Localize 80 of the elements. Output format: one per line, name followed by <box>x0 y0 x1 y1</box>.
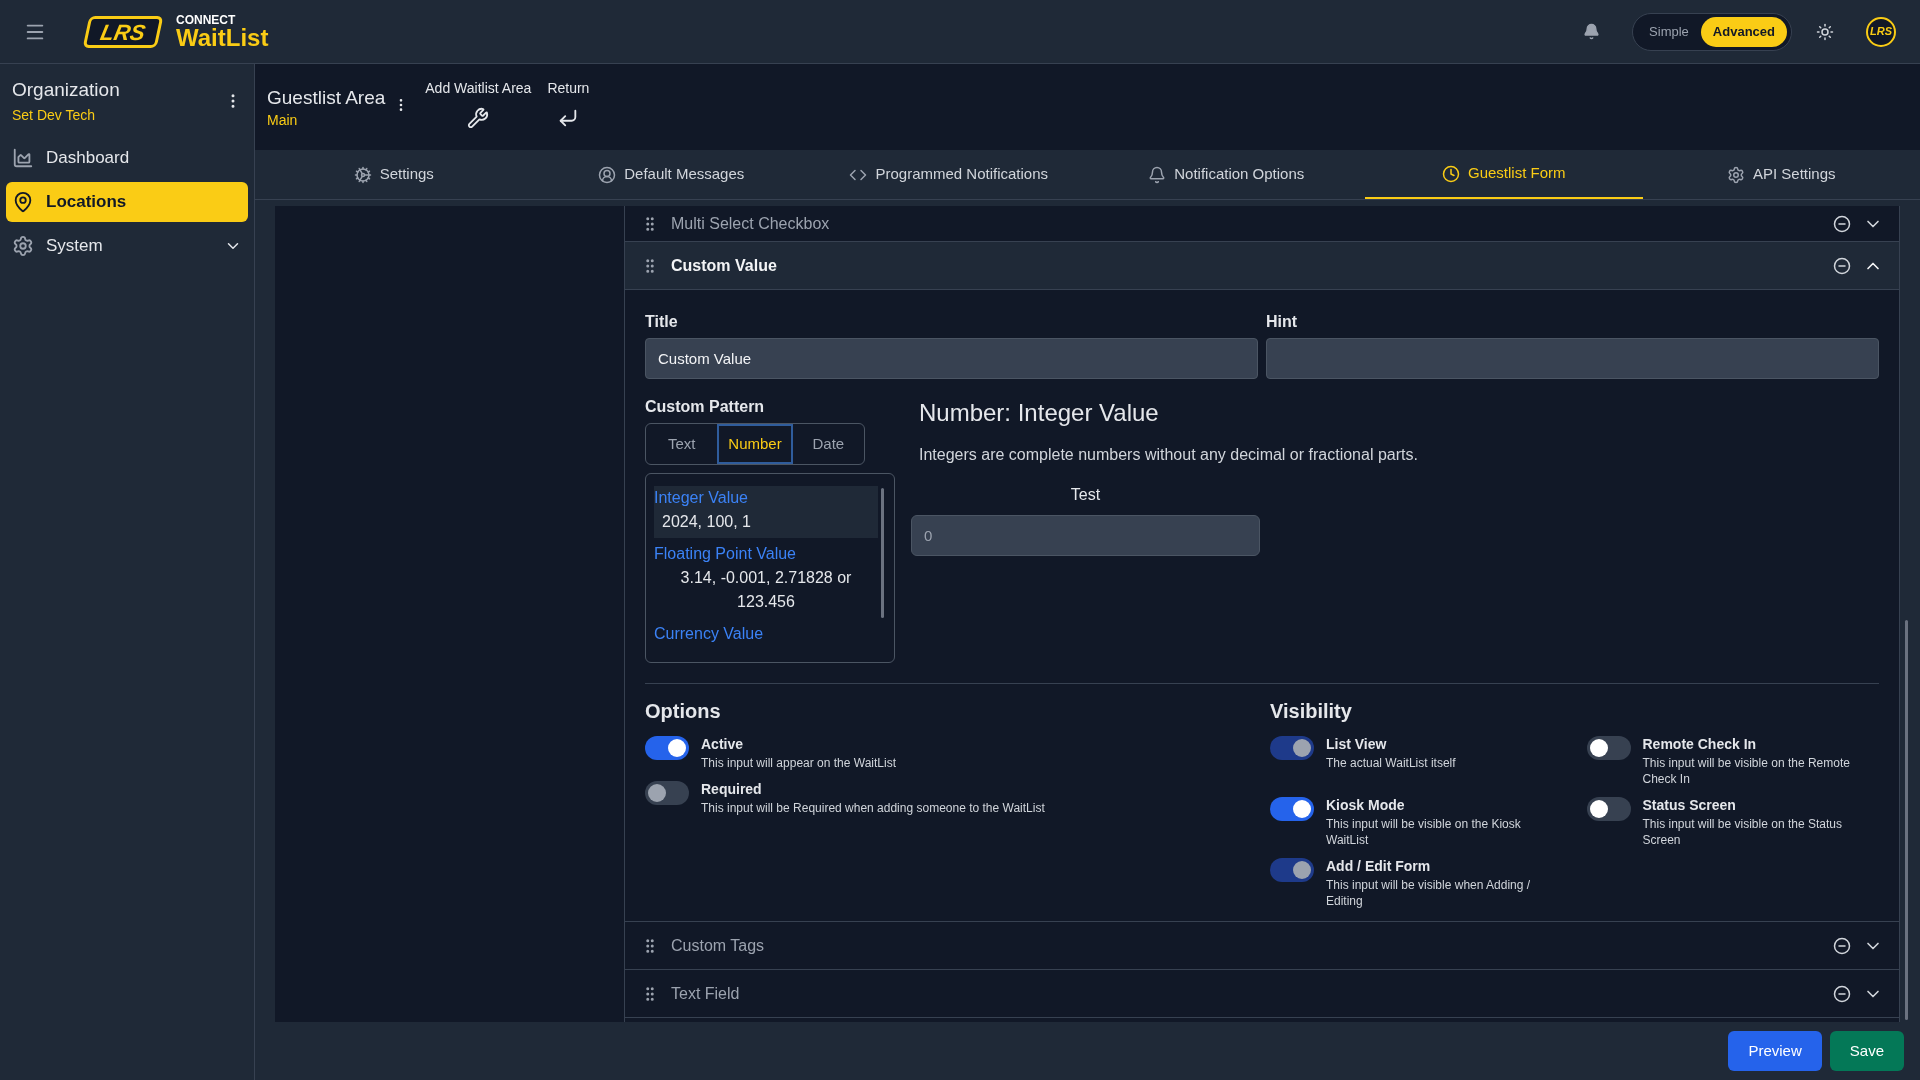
toolbar-action[interactable]: Return <box>547 78 590 129</box>
toggle-label: List View <box>1326 735 1388 754</box>
toggle-switch[interactable] <box>1586 797 1631 821</box>
tab[interactable]: Notification Options <box>1087 150 1365 199</box>
title-input[interactable]: Custom Value <box>645 338 1258 379</box>
org-title: Organization <box>12 78 121 102</box>
tools-icon <box>467 107 490 129</box>
tab[interactable]: Programmed Notifications <box>810 150 1088 199</box>
remove-icon[interactable] <box>1833 256 1851 275</box>
sidebar-item[interactable]: Dashboard <box>6 137 248 178</box>
notification-bell-icon[interactable] <box>1583 23 1601 40</box>
pattern-type-tab[interactable]: Number <box>717 424 793 464</box>
toggle-description: This input will be visible on the Status Screen <box>1642 816 1843 848</box>
pattern-description: Integers are complete numbers without any decimal or fractional parts. <box>919 445 1419 465</box>
toggle-description: This input will be visible when Adding / Editing <box>1326 877 1532 909</box>
toggle-label: Remote Check In <box>1642 735 1758 754</box>
test-input[interactable]: 0 <box>911 515 1260 556</box>
chart-icon <box>12 146 34 169</box>
test-label: Test <box>1070 485 1101 505</box>
toggle-description: This input will be Required when adding someone to the WaitList <box>701 800 1045 816</box>
toggle-description: This input will appear on the WaitList <box>701 755 896 771</box>
map-pin-icon <box>12 190 34 213</box>
form-item-title: Multi Select Checkbox <box>671 213 830 234</box>
toolbar-action[interactable]: Add Waitlist Area <box>425 78 532 129</box>
remove-icon[interactable] <box>1833 984 1851 1003</box>
field-label: Custom Pattern <box>645 397 766 417</box>
org-name: Set Dev Tech <box>12 105 96 125</box>
tab[interactable]: Guestlist Form <box>1365 150 1643 199</box>
toggle-description: The actual WaitList itself <box>1326 755 1456 771</box>
toggle-label: Add / Edit Form <box>1326 857 1432 876</box>
preview-button[interactable]: Preview <box>1728 1031 1822 1071</box>
tab[interactable]: Default Messages <box>532 150 810 199</box>
area-title: Guestlist Area <box>267 86 386 110</box>
brand-kicker: CONNECT <box>176 13 237 26</box>
pattern-type-tab[interactable]: Text <box>646 424 718 464</box>
gear-icon <box>12 234 34 257</box>
pattern-option[interactable]: Floating Point Value 3.14, -0.001, 2.71828 or 123.456 <box>654 542 878 618</box>
toggle-label: Active <box>701 735 745 754</box>
sidebar-item[interactable]: System <box>6 225 248 266</box>
hint-input[interactable] <box>1266 338 1879 379</box>
pattern-option[interactable]: Integer Value 2024, 100, 1 <box>654 486 878 538</box>
pattern-type-tab[interactable]: Date <box>792 424 864 464</box>
theme-sun-icon[interactable] <box>1816 22 1834 41</box>
tab[interactable]: Settings <box>255 150 533 199</box>
save-button[interactable]: Save <box>1829 1031 1904 1071</box>
user-icon <box>598 165 617 184</box>
bell-icon <box>1148 165 1167 184</box>
clock-icon <box>1442 164 1460 183</box>
tab[interactable]: API Settings <box>1642 150 1920 199</box>
logo-badge: LRS <box>82 15 164 48</box>
mode-option[interactable]: Simple <box>1637 16 1701 47</box>
field-label: Title <box>645 312 679 332</box>
toggle-switch[interactable] <box>1270 797 1314 821</box>
brand-name: WaitList <box>176 25 269 50</box>
mode-option[interactable]: Advanced <box>1700 16 1787 47</box>
toggle-label: Kiosk Mode <box>1326 796 1406 815</box>
scrollbar[interactable] <box>881 488 884 618</box>
sidebar-item[interactable]: Locations <box>6 181 248 222</box>
remove-icon[interactable] <box>1833 214 1851 233</box>
gear-icon <box>353 165 372 184</box>
scrollbar[interactable] <box>1905 620 1908 1020</box>
toggle-description: This input will be visible on the Kiosk WaitList <box>1326 816 1522 848</box>
gear-icon <box>1726 165 1745 184</box>
form-item-header[interactable]: Custom Value <box>625 242 1899 290</box>
toggle-switch[interactable] <box>645 736 689 760</box>
field-label: Hint <box>1266 312 1299 332</box>
remove-icon[interactable] <box>1833 936 1851 955</box>
form-item-title: Custom Tags <box>671 935 765 956</box>
section-title: Visibility <box>1270 699 1353 724</box>
pattern-heading: Number: Integer Value <box>919 398 1160 428</box>
form-item-title: Text Field <box>671 983 740 1004</box>
toggle-label: Required <box>701 780 763 799</box>
user-avatar[interactable]: LRS <box>1866 16 1896 47</box>
section-title: Options <box>645 699 722 724</box>
toggle-label: Status Screen <box>1642 796 1737 815</box>
toggle-description: This input will be visible on the Remote Check In <box>1642 755 1851 787</box>
toggle-switch[interactable] <box>1586 736 1631 760</box>
area-subtitle: Main <box>267 112 299 127</box>
form-item-title: Custom Value <box>671 255 777 276</box>
pattern-option[interactable]: Currency Value <box>654 622 878 650</box>
